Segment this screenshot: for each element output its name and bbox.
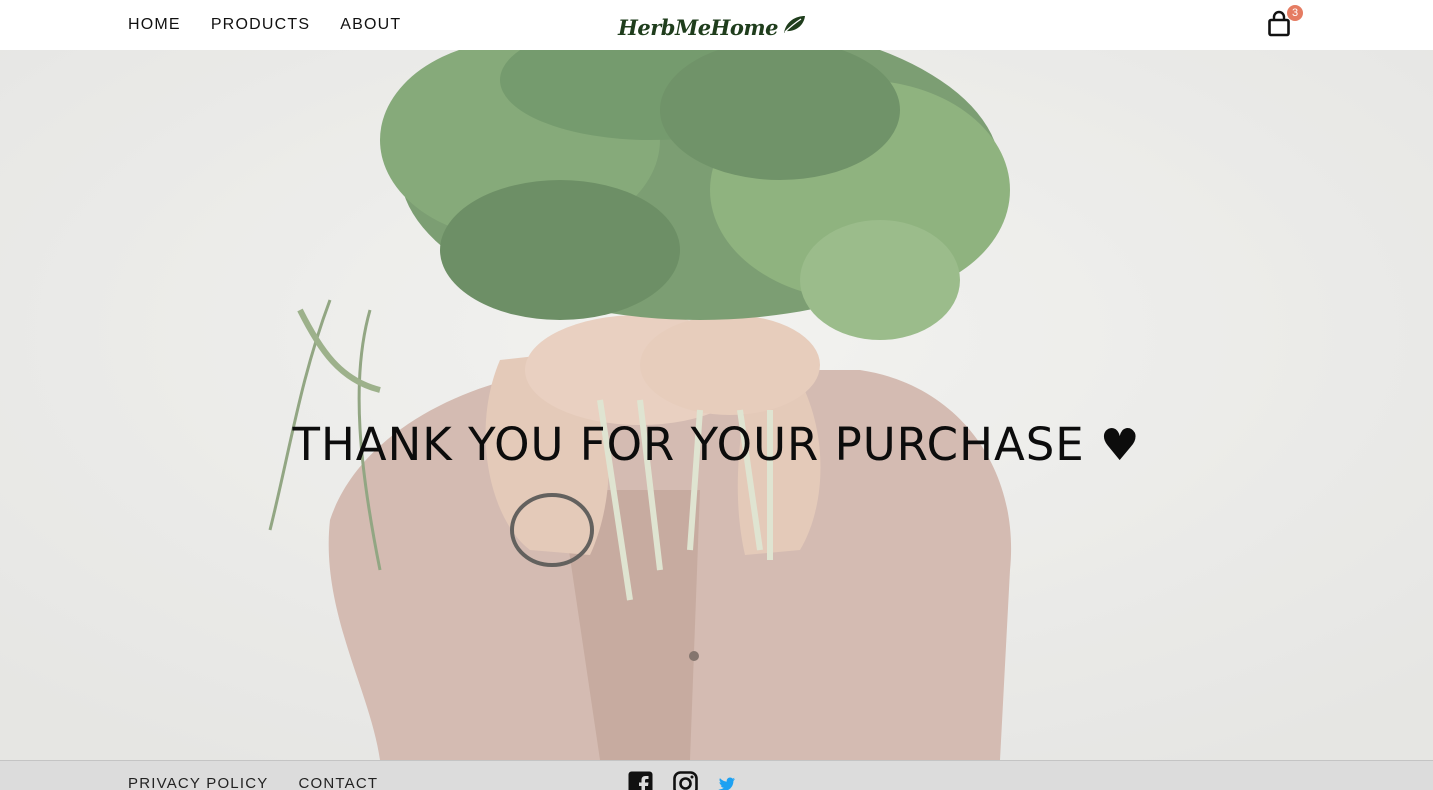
logo-text: HerbMeHome [618,15,778,40]
thank-you-heading: THANK YOU FOR YOUR PURCHASE ♥ [0,418,1433,471]
thank-you-text: THANK YOU FOR YOUR PURCHASE [292,418,1084,471]
main-nav: HOME PRODUCTS ABOUT [128,0,431,50]
nav-products-link[interactable]: PRODUCTS [211,0,310,50]
site-logo[interactable]: HerbMeHome [618,12,806,42]
privacy-policy-link[interactable]: PRIVACY POLICY [128,775,268,790]
twitter-icon[interactable] [718,771,736,790]
instagram-icon[interactable] [673,771,698,790]
footer-links: PRIVACY POLICY CONTACT [128,775,408,790]
contact-link[interactable]: CONTACT [298,775,378,790]
leaf-icon [782,15,806,40]
social-links [628,771,756,790]
nav-about-link[interactable]: ABOUT [340,0,401,50]
hero-banner: THANK YOU FOR YOUR PURCHASE ♥ [0,50,1433,760]
heart-icon: ♥ [1100,420,1140,471]
site-header: HOME PRODUCTS ABOUT HerbMeHome 3 [0,0,1433,50]
cart-count-badge: 3 [1287,5,1303,21]
facebook-icon[interactable] [628,771,653,790]
nav-home-link[interactable]: HOME [128,0,181,50]
site-footer: PRIVACY POLICY CONTACT [0,760,1433,790]
